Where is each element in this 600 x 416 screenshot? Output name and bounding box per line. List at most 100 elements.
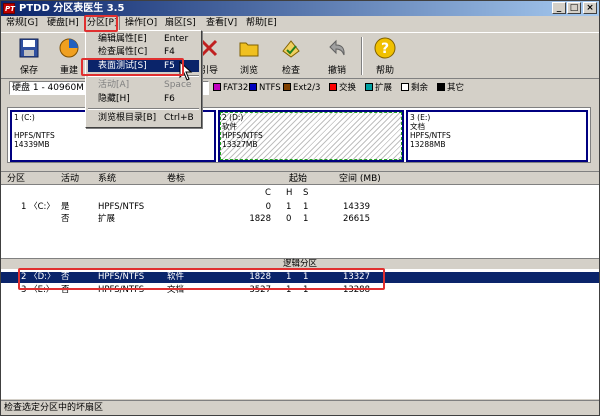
- menu-item-shortcut: F6: [164, 94, 175, 104]
- cell-partition: 2 〈D:〉: [21, 272, 56, 282]
- cell-size: 13327: [342, 272, 370, 282]
- partition-block[interactable]: 3 (E:) 文档 HPFS/NTFS 13288MB: [406, 110, 588, 162]
- chs-c: C: [265, 188, 271, 198]
- window-title: PTDD 分区表医生 3.5: [19, 3, 125, 14]
- cell-h: 1: [286, 272, 292, 282]
- table-row-selected[interactable]: 2 〈D:〉 否 HPFS/NTFS 软件 1828 1 1 13327: [1, 272, 599, 283]
- title-bar[interactable]: PT PTDD 分区表医生 3.5 _ □ ×: [1, 1, 599, 16]
- menu-item-hide[interactable]: 隐藏[H] F6: [88, 93, 199, 105]
- menu-operation[interactable]: 操作[O]: [123, 17, 159, 30]
- legend-label: 剩余: [411, 83, 429, 93]
- legend-label: Ext2/3: [293, 83, 321, 93]
- partition-size: 14339MB: [14, 140, 50, 149]
- menu-item-shortcut: F5: [164, 61, 175, 71]
- legend-swap: 交换: [329, 82, 356, 94]
- cell-c: 1828: [249, 214, 271, 224]
- cell-label: 文档: [167, 285, 185, 295]
- help-label: 帮助: [375, 66, 394, 76]
- legend-label: NTFS: [259, 83, 281, 93]
- legend-swatch: [365, 83, 373, 91]
- col-system[interactable]: 系统: [98, 173, 116, 185]
- legend-swatch: [283, 83, 291, 91]
- legend-swatch: [213, 83, 221, 91]
- menu-item-check-properties[interactable]: 检查属性[C] F4: [88, 46, 199, 58]
- table-row[interactable]: 1 〈C:〉 是 HPFS/NTFS 0 1 1 14339: [1, 202, 599, 213]
- cell-c: 1828: [249, 272, 271, 282]
- menu-separator: [88, 108, 199, 110]
- mouse-cursor-icon: [179, 61, 193, 81]
- status-bar: 检查选定分区中的坏扇区: [1, 400, 599, 415]
- close-button[interactable]: ×: [583, 2, 597, 14]
- cell-label: 软件: [167, 272, 185, 282]
- legend-fat32: FAT32: [213, 82, 248, 94]
- cell-s: 1: [303, 285, 309, 295]
- help-button[interactable]: ? 帮助: [367, 35, 403, 77]
- check-button[interactable]: 检查: [273, 35, 309, 77]
- legend-extended: 扩展: [365, 82, 392, 94]
- legend-label: 扩展: [375, 83, 393, 93]
- save-button[interactable]: 保存: [11, 35, 47, 77]
- cell-active: 否: [61, 214, 70, 224]
- menu-item-label: 活动[A]: [98, 80, 130, 90]
- menu-item-label: 表面测试[S]: [98, 61, 147, 71]
- cell-system: HPFS/NTFS: [98, 285, 145, 295]
- undo-button[interactable]: 撤销: [319, 35, 355, 77]
- menu-bar: 常规[G] 硬盘[H] 分区[P] 操作[O] 扇区[S] 查看[V] 帮助[E…: [1, 16, 599, 31]
- floppy-icon: [19, 38, 39, 58]
- menu-disk[interactable]: 硬盘[H]: [45, 17, 81, 30]
- legend-other: 其它: [437, 82, 464, 94]
- rebuild-label: 重建: [59, 66, 78, 76]
- legend-ntfs: NTFS: [249, 82, 281, 94]
- cell-system: HPFS/NTFS: [98, 202, 145, 212]
- undo-label: 撤销: [327, 66, 346, 76]
- cell-c: 0: [265, 202, 271, 212]
- menu-item-label: 编辑属性[E]: [98, 34, 147, 44]
- menu-item-label: 隐藏[H]: [98, 94, 130, 104]
- cell-c: 3527: [249, 285, 271, 295]
- svg-text:?: ?: [381, 41, 389, 57]
- app-icon-text: PT: [5, 5, 15, 13]
- legend-ext: Ext2/3: [283, 82, 320, 94]
- undo-icon: [329, 39, 345, 56]
- menu-item-edit-properties[interactable]: 编辑属性[E] Enter: [88, 33, 199, 45]
- cell-partition: 1 〈C:〉: [21, 202, 55, 212]
- menu-item-label: 浏览根目录[B]: [98, 113, 157, 123]
- cell-size: 26615: [342, 214, 370, 224]
- cell-partition: 3 〈E:〉: [21, 285, 55, 295]
- menu-item-browse-root[interactable]: 浏览根目录[B] Ctrl+B: [88, 112, 199, 124]
- menu-help[interactable]: 帮助[E]: [244, 17, 279, 30]
- browse-button[interactable]: 浏览: [231, 35, 267, 77]
- maximize-button[interactable]: □: [567, 2, 581, 14]
- col-partition[interactable]: 分区: [7, 173, 25, 185]
- col-size[interactable]: 空间 (MB): [339, 173, 381, 185]
- cell-active: 否: [61, 285, 70, 295]
- browse-label: 浏览: [239, 66, 258, 76]
- cell-s: 1: [303, 202, 309, 212]
- partition-block[interactable]: 2 (D:) 软件 HPFS/NTFS 13327MB: [218, 110, 404, 162]
- col-label[interactable]: 卷标: [167, 173, 185, 185]
- partition-size: 13288MB: [410, 140, 446, 149]
- rebuild-button[interactable]: 重建: [51, 35, 87, 77]
- cell-h: 1: [286, 202, 292, 212]
- col-active[interactable]: 活动: [61, 173, 79, 185]
- minimize-button[interactable]: _: [552, 2, 566, 14]
- partition-fs: HPFS/NTFS: [14, 131, 55, 140]
- menu-partition[interactable]: 分区[P]: [83, 16, 121, 31]
- folder-icon: [239, 42, 259, 57]
- cell-h: 1: [286, 285, 292, 295]
- table-row[interactable]: 否 扩展 1828 0 1 26615: [1, 214, 599, 225]
- table-row[interactable]: 3 〈E:〉 否 HPFS/NTFS 文档 3527 1 1 13288: [1, 285, 599, 296]
- cell-size: 14339: [342, 202, 370, 212]
- toolbar-separator: [361, 37, 363, 75]
- list-header: 分区 活动 系统 卷标 起始 空间 (MB): [1, 171, 599, 185]
- cell-active: 否: [61, 272, 70, 282]
- menu-general[interactable]: 常规[G]: [4, 17, 40, 30]
- col-start[interactable]: 起始: [289, 173, 307, 185]
- menu-view[interactable]: 查看[V]: [204, 17, 239, 30]
- menu-sector[interactable]: 扇区[S]: [163, 17, 198, 30]
- legend-label: FAT32: [223, 83, 249, 93]
- cell-active: 是: [61, 202, 70, 212]
- cell-system: HPFS/NTFS: [98, 272, 145, 282]
- rebuild-icon: [59, 38, 79, 58]
- cell-h: 0: [286, 214, 292, 224]
